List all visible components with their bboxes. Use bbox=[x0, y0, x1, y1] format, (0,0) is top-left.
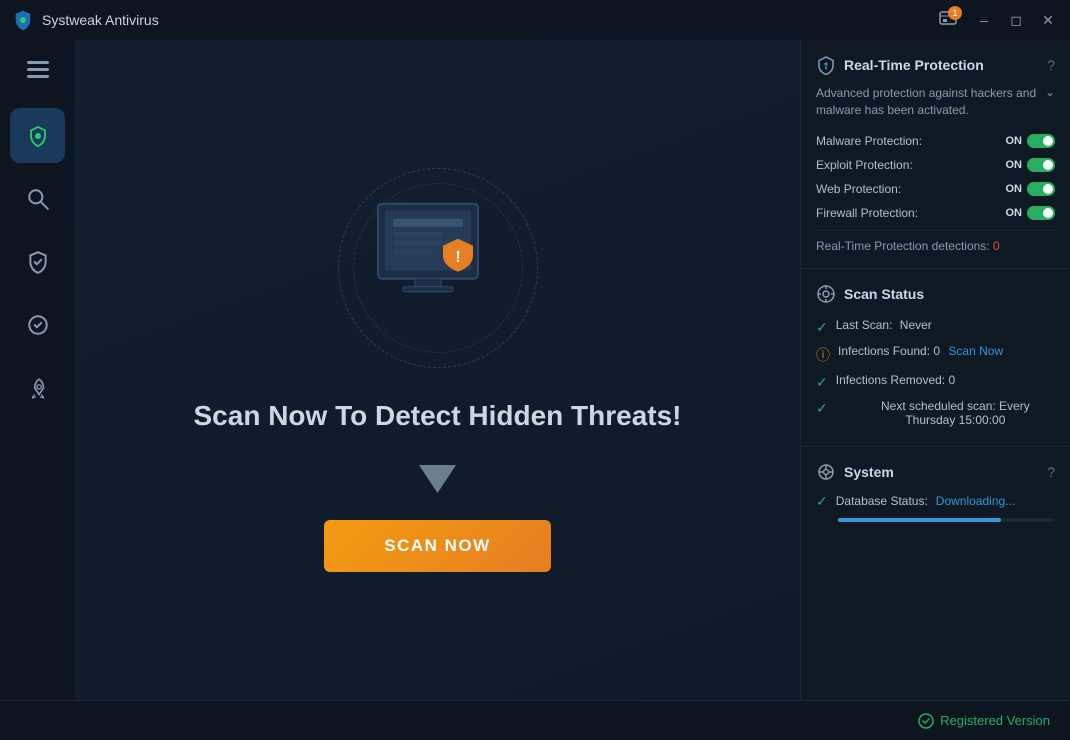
db-status-icon: ✓ bbox=[816, 493, 828, 510]
firewall-status: ON bbox=[1006, 207, 1023, 219]
infections-found-text: Infections Found: 0 Scan Now bbox=[838, 344, 1003, 358]
menu-button[interactable] bbox=[18, 50, 58, 90]
system-title: System bbox=[844, 464, 1039, 480]
scan-status-header: Scan Status bbox=[816, 284, 1055, 304]
malware-protection-row: Malware Protection: ON bbox=[816, 129, 1055, 153]
shield-info-icon bbox=[816, 55, 836, 75]
infections-found-row: ⓘ Infections Found: 0 Scan Now bbox=[816, 340, 1055, 369]
center-content: ! Scan Now To Detect Hidden Threats! SCA… bbox=[75, 40, 800, 700]
web-status: ON bbox=[1006, 183, 1023, 195]
firewall-protection-row: Firewall Protection: ON bbox=[816, 201, 1055, 225]
system-section: System ? ✓ Database Status: Downloading.… bbox=[801, 447, 1070, 700]
exploit-status: ON bbox=[1006, 159, 1023, 171]
sidebar bbox=[0, 40, 75, 700]
app-title: Systweak Antivirus bbox=[42, 12, 159, 28]
infections-found-icon: ⓘ bbox=[816, 345, 830, 365]
close-btn[interactable]: ✕ bbox=[1038, 10, 1058, 30]
system-header: System ? bbox=[816, 462, 1055, 482]
firewall-toggle-switch[interactable] bbox=[1027, 206, 1055, 220]
app-logo: Systweak Antivirus bbox=[12, 9, 159, 31]
sidebar-item-scan[interactable] bbox=[10, 171, 65, 226]
svg-text:!: ! bbox=[455, 249, 460, 266]
web-toggle-switch[interactable] bbox=[1027, 182, 1055, 196]
db-status-value: Downloading... bbox=[936, 494, 1015, 508]
hamburger-icon bbox=[27, 61, 49, 79]
malware-toggle-switch[interactable] bbox=[1027, 134, 1055, 148]
sidebar-item-protection[interactable] bbox=[10, 108, 65, 163]
sidebar-item-identity[interactable] bbox=[10, 297, 65, 352]
web-label: Web Protection: bbox=[816, 182, 901, 196]
titlebar: Systweak Antivirus 1 – ◻ ✕ bbox=[0, 0, 1070, 40]
check-shield-icon bbox=[26, 250, 50, 274]
main-layout: ! Scan Now To Detect Hidden Threats! SCA… bbox=[0, 40, 1070, 700]
footer: Registered Version bbox=[0, 700, 1070, 740]
badge-icon bbox=[26, 313, 50, 337]
expand-icon[interactable]: ⌄ bbox=[1045, 85, 1055, 99]
search-icon bbox=[26, 187, 50, 211]
realtime-help-icon[interactable]: ? bbox=[1047, 57, 1055, 73]
db-status-row: ✓ Database Status: Downloading... bbox=[816, 492, 1055, 510]
detections-count: 0 bbox=[993, 239, 1000, 253]
maximize-btn[interactable]: ◻ bbox=[1006, 10, 1026, 30]
firewall-label: Firewall Protection: bbox=[816, 206, 918, 220]
registered-version: Registered Version bbox=[918, 713, 1050, 729]
registered-label: Registered Version bbox=[940, 713, 1050, 728]
system-help-icon[interactable]: ? bbox=[1047, 464, 1055, 480]
web-toggle[interactable]: ON bbox=[1006, 182, 1056, 196]
sidebar-item-security[interactable] bbox=[10, 234, 65, 289]
realtime-section: Real-Time Protection ? Advanced protecti… bbox=[801, 40, 1070, 269]
last-scan-label: Last Scan: Never bbox=[836, 318, 932, 332]
malware-toggle[interactable]: ON bbox=[1006, 134, 1056, 148]
detections-row: Real-Time Protection detections: 0 bbox=[816, 230, 1055, 253]
rocket-icon bbox=[26, 376, 50, 400]
exploit-toggle[interactable]: ON bbox=[1006, 158, 1056, 172]
protection-desc-text: Advanced protection against hackers and … bbox=[816, 85, 1039, 119]
minimize-btn[interactable]: – bbox=[974, 10, 994, 30]
right-panel: Real-Time Protection ? Advanced protecti… bbox=[800, 40, 1070, 700]
realtime-title: Real-Time Protection bbox=[844, 57, 1039, 73]
window-controls: 1 – ◻ ✕ bbox=[934, 6, 1058, 34]
exploit-protection-row: Exploit Protection: ON bbox=[816, 153, 1055, 177]
scan-now-button[interactable]: SCAN NOW bbox=[324, 520, 550, 572]
scan-status-section: Scan Status ✓ Last Scan: Never ⓘ Infecti… bbox=[801, 269, 1070, 447]
monitor-svg: ! bbox=[358, 194, 518, 329]
arrow-down-icon bbox=[415, 455, 460, 495]
exploit-toggle-switch[interactable] bbox=[1027, 158, 1055, 172]
db-progress-bar-fill bbox=[838, 518, 1001, 522]
realtime-header: Real-Time Protection ? bbox=[816, 55, 1055, 75]
last-scan-row: ✓ Last Scan: Never bbox=[816, 314, 1055, 340]
infections-removed-icon: ✓ bbox=[816, 374, 828, 391]
scan-now-link[interactable]: Scan Now bbox=[948, 344, 1003, 358]
registered-icon bbox=[918, 713, 934, 729]
malware-label: Malware Protection: bbox=[816, 134, 922, 148]
db-status-label: Database Status: bbox=[836, 494, 928, 508]
monitor-illustration: ! bbox=[328, 168, 548, 368]
sidebar-item-boost[interactable] bbox=[10, 360, 65, 415]
scan-headline: Scan Now To Detect Hidden Threats! bbox=[194, 398, 682, 434]
arrow-container bbox=[415, 455, 460, 495]
firewall-toggle[interactable]: ON bbox=[1006, 206, 1056, 220]
notification-badge: 1 bbox=[948, 6, 962, 20]
malware-status: ON bbox=[1006, 135, 1023, 147]
next-scan-icon: ✓ bbox=[816, 400, 828, 417]
web-protection-row: Web Protection: ON bbox=[816, 177, 1055, 201]
infections-removed-text: Infections Removed: 0 bbox=[836, 373, 955, 387]
next-scan-text: Next scheduled scan: Every Thursday 15:0… bbox=[836, 399, 1055, 427]
protection-description: Advanced protection against hackers and … bbox=[816, 85, 1055, 119]
next-scan-row: ✓ Next scheduled scan: Every Thursday 15… bbox=[816, 395, 1055, 431]
detections-label: Real-Time Protection detections: bbox=[816, 239, 990, 253]
system-icon bbox=[816, 462, 836, 482]
db-progress-bar-container bbox=[838, 518, 1055, 522]
shield-icon bbox=[26, 124, 50, 148]
scan-status-icon bbox=[816, 284, 836, 304]
exploit-label: Exploit Protection: bbox=[816, 158, 913, 172]
scan-status-title: Scan Status bbox=[844, 286, 1055, 302]
last-scan-icon: ✓ bbox=[816, 319, 828, 336]
infections-removed-row: ✓ Infections Removed: 0 bbox=[816, 369, 1055, 395]
notification-btn[interactable]: 1 bbox=[934, 6, 962, 34]
app-logo-icon bbox=[12, 9, 34, 31]
